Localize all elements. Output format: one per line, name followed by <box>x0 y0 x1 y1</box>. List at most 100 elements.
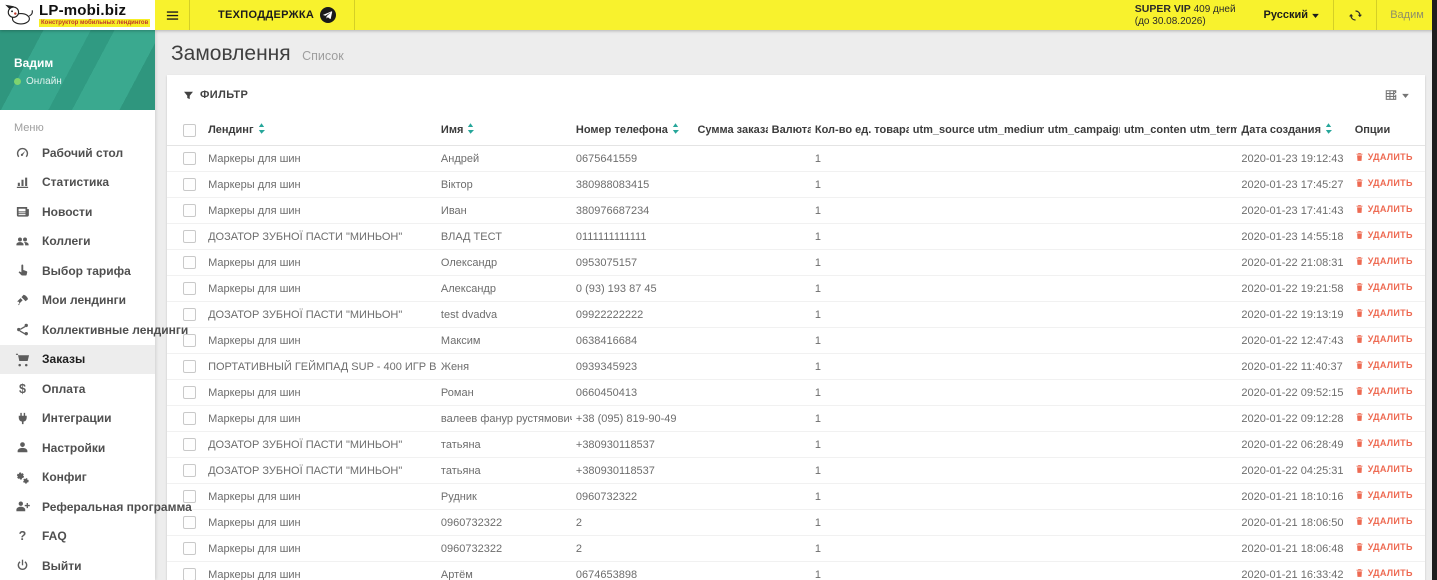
sidebar-item-tariff[interactable]: Выбор тарифа <box>0 256 155 286</box>
cell-utm_campaign <box>1043 301 1120 328</box>
sidebar-item-news[interactable]: Новости <box>0 197 155 227</box>
delete-button[interactable]: УДАЛИТЬ <box>1355 360 1413 370</box>
sidebar-item-label: Рабочий стол <box>42 145 124 160</box>
row-checkbox[interactable] <box>183 516 196 529</box>
scrollbar[interactable] <box>1432 0 1437 580</box>
cell-utm_term <box>1185 457 1238 484</box>
cell-landing: Маркеры для шин <box>204 197 437 224</box>
delete-button[interactable]: УДАЛИТЬ <box>1355 516 1413 526</box>
sidebar-item-orders[interactable]: Заказы <box>0 344 155 374</box>
sidebar-menu: Рабочий стол Статистика Новости Коллеги Выбо… <box>0 138 192 580</box>
column-header-sum: Сумма заказа <box>693 115 768 146</box>
cell-created: 2020-01-21 16:33:42 <box>1237 561 1351 580</box>
card-toolbar: ФИЛЬТР <box>167 75 1425 115</box>
sidebar-item-collective-landings[interactable]: Коллективные лендинги <box>0 315 188 345</box>
cell-utm_term <box>1185 561 1238 580</box>
sidebar-item-integrations[interactable]: Интеграции <box>0 404 155 434</box>
select-all-checkbox[interactable] <box>183 123 196 137</box>
sidebar-item-statistics[interactable]: Статистика <box>0 168 155 198</box>
cell-options: УДАЛИТЬ <box>1350 327 1425 354</box>
cell-landing: Маркеры для шин <box>204 509 437 536</box>
delete-button[interactable]: УДАЛИТЬ <box>1355 308 1413 318</box>
row-checkbox[interactable] <box>183 230 196 243</box>
chevron-down-icon <box>1402 93 1409 98</box>
row-checkbox[interactable] <box>183 464 196 477</box>
sidebar-item-label: Выбор тарифа <box>42 263 131 278</box>
cell-utm_medium <box>973 431 1044 458</box>
logo-subtitle: Конструктор мобильных лендингов <box>39 19 151 27</box>
trash-icon <box>1356 179 1363 187</box>
cell-currency <box>767 483 811 510</box>
trash-icon <box>1356 439 1363 447</box>
sidebar-item-logout[interactable]: Выйти <box>0 551 155 580</box>
delete-button[interactable]: УДАЛИТЬ <box>1355 490 1413 500</box>
row-checkbox[interactable] <box>183 412 196 425</box>
cell-landing: Маркеры для шин <box>204 379 437 406</box>
row-checkbox[interactable] <box>183 152 196 165</box>
delete-button[interactable]: УДАЛИТЬ <box>1355 438 1413 448</box>
cell-name: Рудник <box>436 483 572 510</box>
delete-button[interactable]: УДАЛИТЬ <box>1355 152 1413 162</box>
column-header-options: Опции <box>1350 115 1425 146</box>
column-label: utm_medium <box>977 124 1044 136</box>
row-checkbox[interactable] <box>183 568 196 580</box>
filter-button[interactable]: ФИЛЬТР <box>183 89 248 101</box>
column-header-utm_campaign: utm_campaign <box>1043 115 1120 146</box>
sidebar-item-dashboard[interactable]: Рабочий стол <box>0 138 155 168</box>
delete-button[interactable]: УДАЛИТЬ <box>1355 256 1413 266</box>
user-menu[interactable]: Вадим <box>1377 0 1437 30</box>
column-settings-button[interactable] <box>1384 88 1409 102</box>
delete-button[interactable]: УДАЛИТЬ <box>1355 464 1413 474</box>
delete-button[interactable]: УДАЛИТЬ <box>1355 334 1413 344</box>
row-checkbox[interactable] <box>183 282 196 295</box>
row-checkbox[interactable] <box>183 308 196 321</box>
delete-button[interactable]: УДАЛИТЬ <box>1355 230 1413 240</box>
cell-utm_campaign <box>1043 145 1120 172</box>
row-select-cell <box>167 197 205 224</box>
top-bar-yellow: ТЕХПОДДЕРЖКА SUPER VIP 409 дней (до 30.0… <box>155 0 1437 30</box>
cell-sum <box>693 483 768 510</box>
row-checkbox[interactable] <box>183 256 196 269</box>
hamburger-menu-icon[interactable] <box>155 0 189 30</box>
sidebar-item-payment[interactable]: $ Оплата <box>0 374 155 404</box>
row-checkbox[interactable] <box>183 360 196 373</box>
row-checkbox[interactable] <box>183 386 196 399</box>
trash-icon <box>1356 543 1363 551</box>
delete-button[interactable]: УДАЛИТЬ <box>1355 178 1413 188</box>
delete-button[interactable]: УДАЛИТЬ <box>1355 282 1413 292</box>
language-dropdown[interactable]: Русский <box>1250 9 1333 21</box>
delete-button[interactable]: УДАЛИТЬ <box>1355 568 1413 578</box>
sidebar-item-colleagues[interactable]: Коллеги <box>0 227 155 257</box>
delete-button[interactable]: УДАЛИТЬ <box>1355 386 1413 396</box>
trash-icon <box>1356 231 1363 239</box>
sidebar-item-my-landings[interactable]: Мои лендинги <box>0 286 155 316</box>
column-header-created[interactable]: Дата создания <box>1237 115 1351 146</box>
cell-landing: Маркеры для шин <box>204 171 437 198</box>
sidebar-item-referral[interactable]: Реферальная программа <box>0 492 192 522</box>
sidebar-item-label: Интеграции <box>42 411 112 426</box>
row-checkbox[interactable] <box>183 438 196 451</box>
sidebar-item-config[interactable]: Конфиг <box>0 463 155 493</box>
row-checkbox[interactable] <box>183 178 196 191</box>
row-checkbox[interactable] <box>183 204 196 217</box>
sidebar-item-faq[interactable]: ? FAQ <box>0 522 155 552</box>
cell-utm_source <box>908 561 974 580</box>
cell-utm_medium <box>973 483 1044 510</box>
delete-button[interactable]: УДАЛИТЬ <box>1355 542 1413 552</box>
refresh-button[interactable] <box>1334 0 1376 30</box>
row-checkbox[interactable] <box>183 542 196 555</box>
column-header-phone[interactable]: Номер телефона <box>571 115 694 146</box>
delete-button[interactable]: УДАЛИТЬ <box>1355 204 1413 214</box>
support-button[interactable]: ТЕХПОДДЕРЖКА <box>190 0 354 30</box>
telegram-icon <box>320 7 337 23</box>
cell-options: УДАЛИТЬ <box>1350 379 1425 406</box>
column-header-landing[interactable]: Лендинг <box>204 115 437 146</box>
delete-button[interactable]: УДАЛИТЬ <box>1355 412 1413 422</box>
sidebar-item-settings[interactable]: Настройки <box>0 433 155 463</box>
plan-badge: SUPER VIP 409 дней (до 30.08.2026) <box>1135 3 1250 28</box>
cell-utm_medium <box>973 275 1044 302</box>
cell-utm_content <box>1119 561 1186 580</box>
column-header-name[interactable]: Имя <box>436 115 572 146</box>
logo[interactable]: LP-mobi.biz Конструктор мобильных лендин… <box>0 0 155 30</box>
cell-phone: 380976687234 <box>571 197 694 224</box>
